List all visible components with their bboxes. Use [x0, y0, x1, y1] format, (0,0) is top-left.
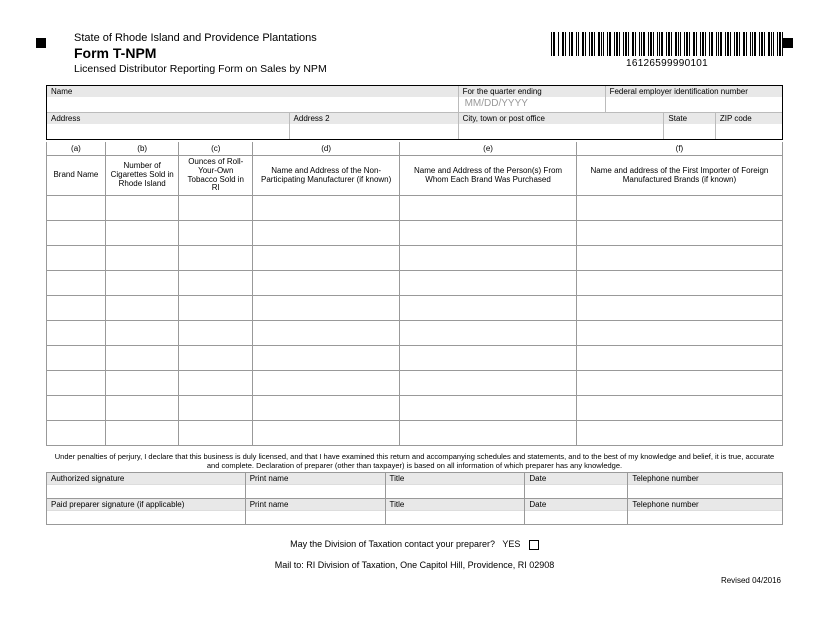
col-d: (d)	[253, 142, 400, 156]
paid-sig-label: Paid preparer signature (if applicable)	[47, 499, 245, 511]
date-label-1: Date	[525, 473, 627, 485]
table-row	[47, 196, 783, 221]
city-field[interactable]	[459, 124, 664, 139]
yes-text: YES	[502, 539, 520, 549]
barcode-block: 16126599990101	[551, 32, 783, 69]
state-line: State of Rhode Island and Providence Pla…	[74, 32, 327, 44]
head-brand: Brand Name	[47, 156, 106, 196]
col-c: (c)	[179, 142, 253, 156]
fein-field[interactable]	[606, 97, 782, 112]
title-label-2: Title	[386, 499, 525, 511]
perjury-statement: Under penalties of perjury, I declare th…	[48, 452, 781, 470]
state-field[interactable]	[664, 124, 714, 139]
date-label-2: Date	[525, 499, 627, 511]
form-title: Form T-NPM	[74, 45, 327, 61]
table-row	[47, 396, 783, 421]
address2-label: Address 2	[290, 113, 458, 124]
signature-row-auth: Authorized signature Print name Title Da…	[47, 473, 783, 499]
zip-field[interactable]	[716, 124, 782, 139]
barcode-number: 16126599990101	[551, 58, 783, 69]
auth-sig-label: Authorized signature	[47, 473, 245, 485]
title-label-1: Title	[386, 473, 525, 485]
revised-line: Revised 04/2016	[36, 576, 781, 585]
header: State of Rhode Island and Providence Pla…	[74, 32, 783, 75]
col-b: (b)	[105, 142, 179, 156]
head-npm: Name and Address of the Non-Participatin…	[253, 156, 400, 196]
form-subtitle: Licensed Distributor Reporting Form on S…	[74, 63, 327, 75]
barcode-icon	[551, 32, 783, 56]
yes-checkbox[interactable]	[529, 540, 539, 550]
name-field[interactable]	[47, 97, 458, 112]
col-a: (a)	[47, 142, 106, 156]
contact-preparer-line: May the Division of Taxation contact you…	[36, 539, 793, 550]
title-block: State of Rhode Island and Providence Pla…	[74, 32, 327, 75]
signature-table: Authorized signature Print name Title Da…	[46, 472, 783, 525]
col-headers-row: Brand Name Number of Cigarettes Sold in …	[47, 156, 783, 196]
address2-field[interactable]	[290, 124, 458, 139]
head-purchased-from: Name and Address of the Person(s) From W…	[400, 156, 577, 196]
form-page: State of Rhode Island and Providence Pla…	[0, 0, 829, 605]
print-label-2: Print name	[246, 499, 385, 511]
npm-table-body	[47, 196, 783, 446]
col-letters-row: (a) (b) (c) (d) (e) (f)	[47, 142, 783, 156]
name-label: Name	[47, 86, 458, 97]
contact-text: May the Division of Taxation contact you…	[290, 539, 495, 549]
table-row	[47, 296, 783, 321]
table-row	[47, 321, 783, 346]
phone-label-1: Telephone number	[628, 473, 782, 485]
table-row	[47, 346, 783, 371]
crop-mark-tr	[783, 38, 793, 48]
zip-label: ZIP code	[716, 113, 782, 124]
print-label-1: Print name	[246, 473, 385, 485]
quarter-label: For the quarter ending	[459, 86, 605, 97]
table-row	[47, 271, 783, 296]
table-row	[47, 371, 783, 396]
head-ryo: Ounces of Roll-Your-Own Tobacco Sold in …	[179, 156, 253, 196]
fein-label: Federal employer identification number	[606, 86, 782, 97]
table-row	[47, 246, 783, 271]
col-f: (f)	[576, 142, 782, 156]
table-row	[47, 221, 783, 246]
identity-fields: Name For the quarter ending MM/DD/YYYY F…	[46, 85, 783, 140]
mail-to-line: Mail to: RI Division of Taxation, One Ca…	[36, 560, 793, 570]
city-label: City, town or post office	[459, 113, 664, 124]
quarter-field[interactable]: MM/DD/YYYY	[459, 97, 605, 112]
phone-label-2: Telephone number	[628, 499, 782, 511]
signature-row-preparer: Paid preparer signature (if applicable) …	[47, 499, 783, 525]
address-label: Address	[47, 113, 289, 124]
table-row	[47, 421, 783, 446]
npm-table: (a) (b) (c) (d) (e) (f) Brand Name Numbe…	[46, 142, 783, 446]
col-e: (e)	[400, 142, 577, 156]
head-importer: Name and address of the First Importer o…	[576, 156, 782, 196]
head-cig: Number of Cigarettes Sold in Rhode Islan…	[105, 156, 179, 196]
address-field[interactable]	[47, 124, 289, 139]
state-label: State	[664, 113, 714, 124]
crop-mark-tl	[36, 38, 46, 48]
